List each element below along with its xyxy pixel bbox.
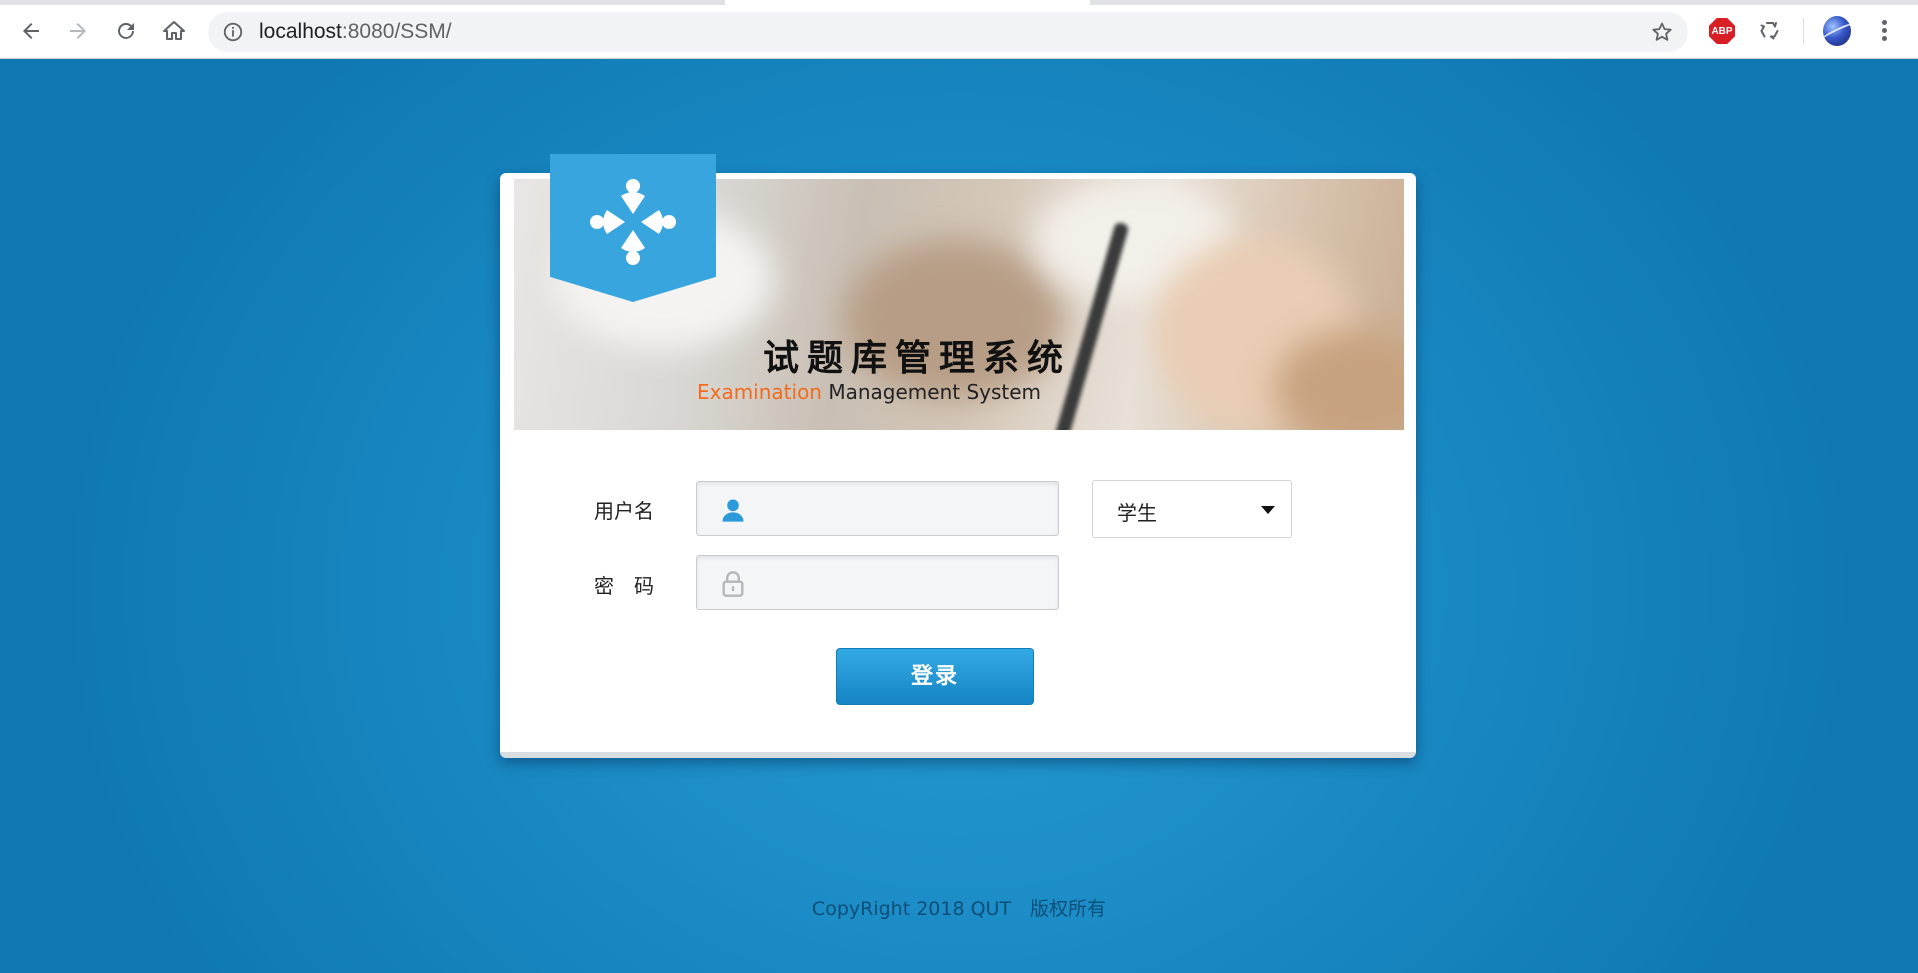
tab-strip bbox=[0, 0, 1918, 5]
login-card: 试题库管理系统 Examination Management System 用户… bbox=[500, 154, 1416, 758]
active-tab[interactable] bbox=[725, 0, 1090, 5]
username-input[interactable] bbox=[757, 490, 1051, 528]
logo-icon bbox=[590, 179, 676, 265]
toolbar-separator bbox=[1803, 18, 1804, 44]
subtitle-accent: Examination bbox=[696, 380, 822, 404]
url-host: localhost bbox=[259, 20, 342, 43]
password-input[interactable] bbox=[757, 564, 1051, 602]
arrow-right-icon bbox=[70, 23, 86, 39]
reload-icon bbox=[118, 22, 134, 39]
subtitle-rest: Management System bbox=[821, 380, 1042, 404]
copyright-footer: CopyRight 2018 QUT 版权所有 bbox=[811, 898, 1107, 920]
home-icon bbox=[163, 21, 185, 40]
kebab-icon bbox=[1872, 20, 1896, 41]
lock-icon bbox=[722, 571, 744, 597]
adblock-icon: ABP bbox=[1709, 18, 1735, 44]
username-field[interactable] bbox=[696, 481, 1059, 536]
logo-badge bbox=[550, 154, 716, 302]
forward-button[interactable] bbox=[63, 16, 93, 46]
browser-toolbar: localhost:8080/SSM/ ABP bbox=[0, 0, 1918, 59]
username-label: 用户名 bbox=[594, 499, 654, 523]
avatar bbox=[1823, 16, 1851, 46]
recycle-extension-button[interactable] bbox=[1756, 17, 1784, 45]
address-bar[interactable]: localhost:8080/SSM/ bbox=[208, 12, 1688, 52]
browser-menu-button[interactable] bbox=[1872, 17, 1896, 45]
profile-button[interactable] bbox=[1823, 16, 1851, 46]
home-button[interactable] bbox=[159, 16, 189, 46]
recycle-icon bbox=[1760, 22, 1779, 40]
password-field[interactable] bbox=[696, 555, 1059, 610]
login-button[interactable]: 登录 bbox=[836, 648, 1034, 705]
system-subtitle: Examination Management System bbox=[669, 380, 1069, 404]
page-background: 试题库管理系统 Examination Management System 用户… bbox=[0, 59, 1918, 973]
password-label: 密 码 bbox=[594, 574, 654, 598]
star-icon[interactable] bbox=[1650, 20, 1674, 44]
role-selected-value: 学生 bbox=[1117, 501, 1157, 525]
back-button[interactable] bbox=[16, 16, 46, 46]
arrow-left-icon bbox=[23, 23, 39, 39]
role-select[interactable]: 学生 bbox=[1092, 480, 1292, 538]
url-path: :8080/SSM/ bbox=[341, 20, 452, 43]
reload-button[interactable] bbox=[111, 16, 141, 46]
chevron-down-icon bbox=[1261, 506, 1275, 514]
system-title: 试题库管理系统 bbox=[762, 337, 1071, 379]
adblock-extension-button[interactable]: ABP bbox=[1708, 17, 1736, 45]
info-icon[interactable] bbox=[222, 21, 244, 43]
url-text[interactable]: localhost:8080/SSM/ bbox=[259, 21, 452, 43]
user-icon bbox=[722, 499, 744, 522]
